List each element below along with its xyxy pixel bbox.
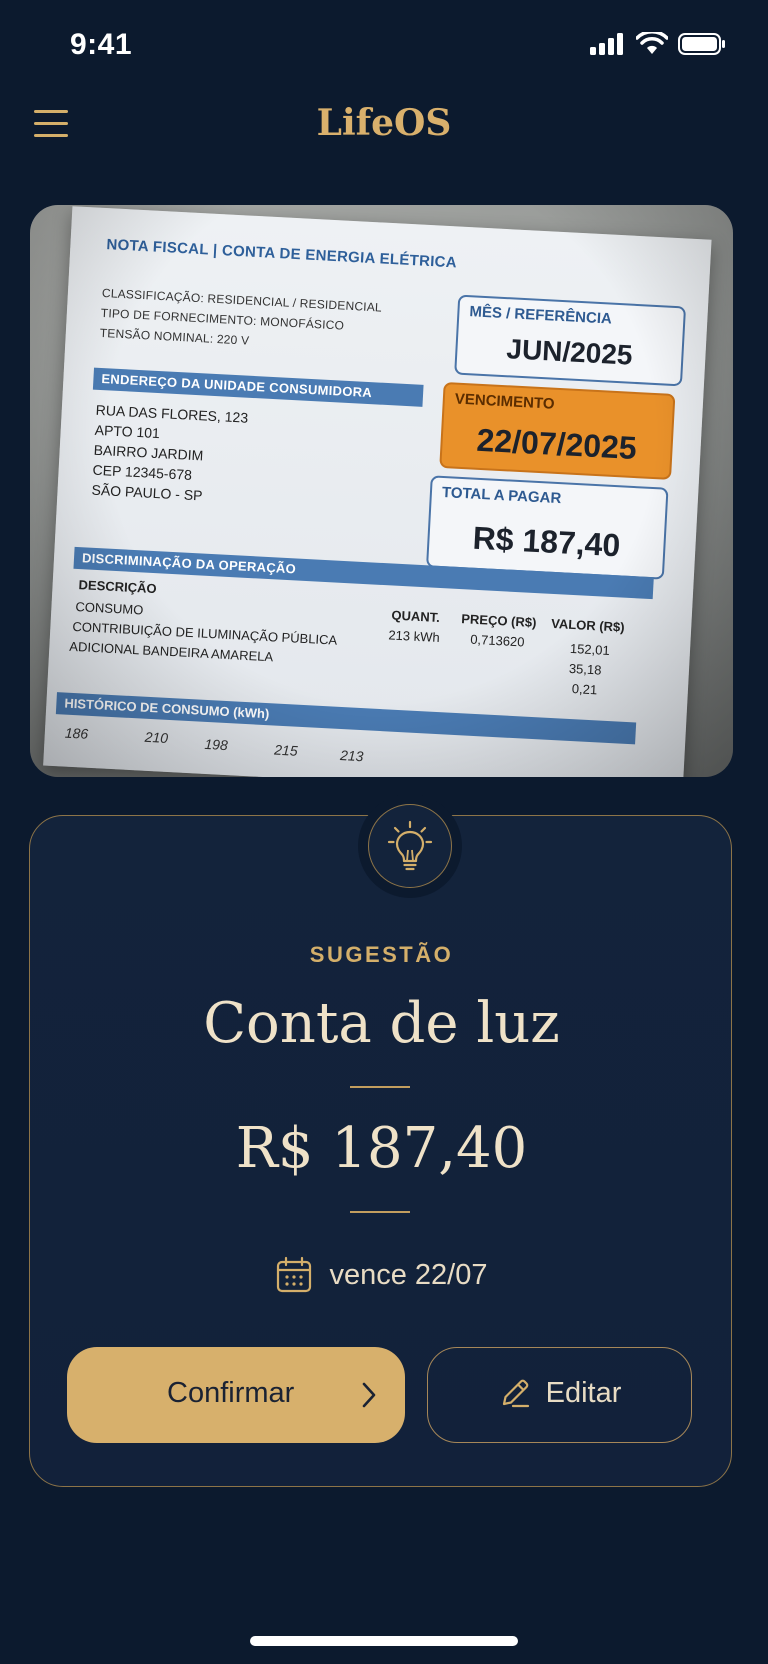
- due-date-box: VENCIMENTO 22/07/2025: [439, 381, 676, 480]
- col-qty: QUANT.: [391, 607, 441, 626]
- lightbulb-icon: [368, 804, 452, 888]
- history-value: 186: [64, 724, 89, 742]
- edit-button[interactable]: Editar: [427, 1347, 692, 1443]
- col-value: VALOR (R$): [550, 615, 625, 635]
- due-date-row: vence 22/07: [30, 1256, 733, 1294]
- history-value: 213: [339, 747, 364, 765]
- row-desc: CONSUMO: [75, 598, 144, 618]
- row-price: 0,713620: [469, 631, 525, 650]
- battery-icon: [678, 33, 725, 55]
- row-qty: 213 kWh: [388, 627, 441, 646]
- calendar-icon: [277, 1256, 312, 1293]
- address-line: APTO 101: [94, 421, 161, 442]
- cellular-signal-icon: [590, 33, 623, 55]
- address-line: BAIRRO JARDIM: [93, 441, 204, 464]
- suggestion-icon-wrap: [358, 794, 462, 898]
- total-label: TOTAL A PAGAR: [441, 483, 562, 508]
- bill-photo: NOTA FISCAL | CONTA DE ENERGIA ELÉTRICA …: [30, 205, 733, 777]
- status-time: 9:41: [70, 28, 133, 61]
- due-date-label: VENCIMENTO: [454, 390, 555, 413]
- address-heading: ENDEREÇO DA UNIDADE CONSUMIDORA: [92, 367, 424, 407]
- history-value: 198: [204, 735, 229, 754]
- history-value: 215: [273, 741, 299, 759]
- wifi-icon: [636, 32, 668, 54]
- suggestion-amount: R$ 187,40: [235, 1116, 528, 1181]
- app-title: LifeOS: [316, 102, 452, 144]
- total-box: TOTAL A PAGAR R$ 187,40: [426, 475, 669, 580]
- edit-button-label: Editar: [545, 1376, 622, 1409]
- address-line: CEP 12345-678: [92, 461, 193, 483]
- confirm-button-label: Confirmar: [167, 1377, 295, 1409]
- status-icons: [590, 32, 726, 56]
- confirm-button[interactable]: Confirmar: [67, 1347, 405, 1443]
- suggestion-card: SUGESTÃO Conta de luz R$ 187,40 vence 22…: [29, 794, 733, 1487]
- edit-button-content: Editar: [428, 1376, 691, 1410]
- suggestion-label: SUGESTÃO: [309, 942, 454, 967]
- chevron-right-icon: [362, 1382, 376, 1408]
- reference-month-box: MÊS / REFERÊNCIA JUN/2025: [454, 294, 687, 387]
- bill-heading: NOTA FISCAL | CONTA DE ENERGIA ELÉTRICA: [106, 236, 458, 272]
- home-indicator[interactable]: [250, 1636, 518, 1646]
- due-date-text: vence 22/07: [329, 1258, 488, 1291]
- col-desc: DESCRIÇÃO: [78, 577, 157, 597]
- bill-document: NOTA FISCAL | CONTA DE ENERGIA ELÉTRICA …: [43, 206, 712, 777]
- divider: [350, 1211, 410, 1213]
- row-value: 35,18: [568, 660, 602, 678]
- total-value: R$ 187,40: [471, 519, 622, 564]
- due-date-value: 22/07/2025: [475, 421, 638, 467]
- reference-month-value: JUN/2025: [505, 333, 634, 371]
- app-header: LifeOS: [0, 92, 768, 164]
- divider: [350, 1086, 410, 1088]
- bill-info-line: TENSÃO NOMINAL: 220 V: [99, 325, 250, 348]
- reference-month-label: MÊS / REFERÊNCIA: [469, 303, 613, 328]
- history-heading: HISTÓRICO DE CONSUMO (kWh): [55, 692, 637, 745]
- status-bar: 9:41: [0, 0, 768, 92]
- address-line: SÃO PAULO - SP: [91, 481, 203, 504]
- history-value: 210: [144, 728, 169, 746]
- suggestion-title: Conta de luz: [203, 991, 560, 1056]
- pencil-icon: [502, 1379, 529, 1408]
- row-value: 0,21: [571, 681, 598, 698]
- col-price: PREÇO (R$): [460, 611, 537, 631]
- row-value: 152,01: [569, 640, 611, 658]
